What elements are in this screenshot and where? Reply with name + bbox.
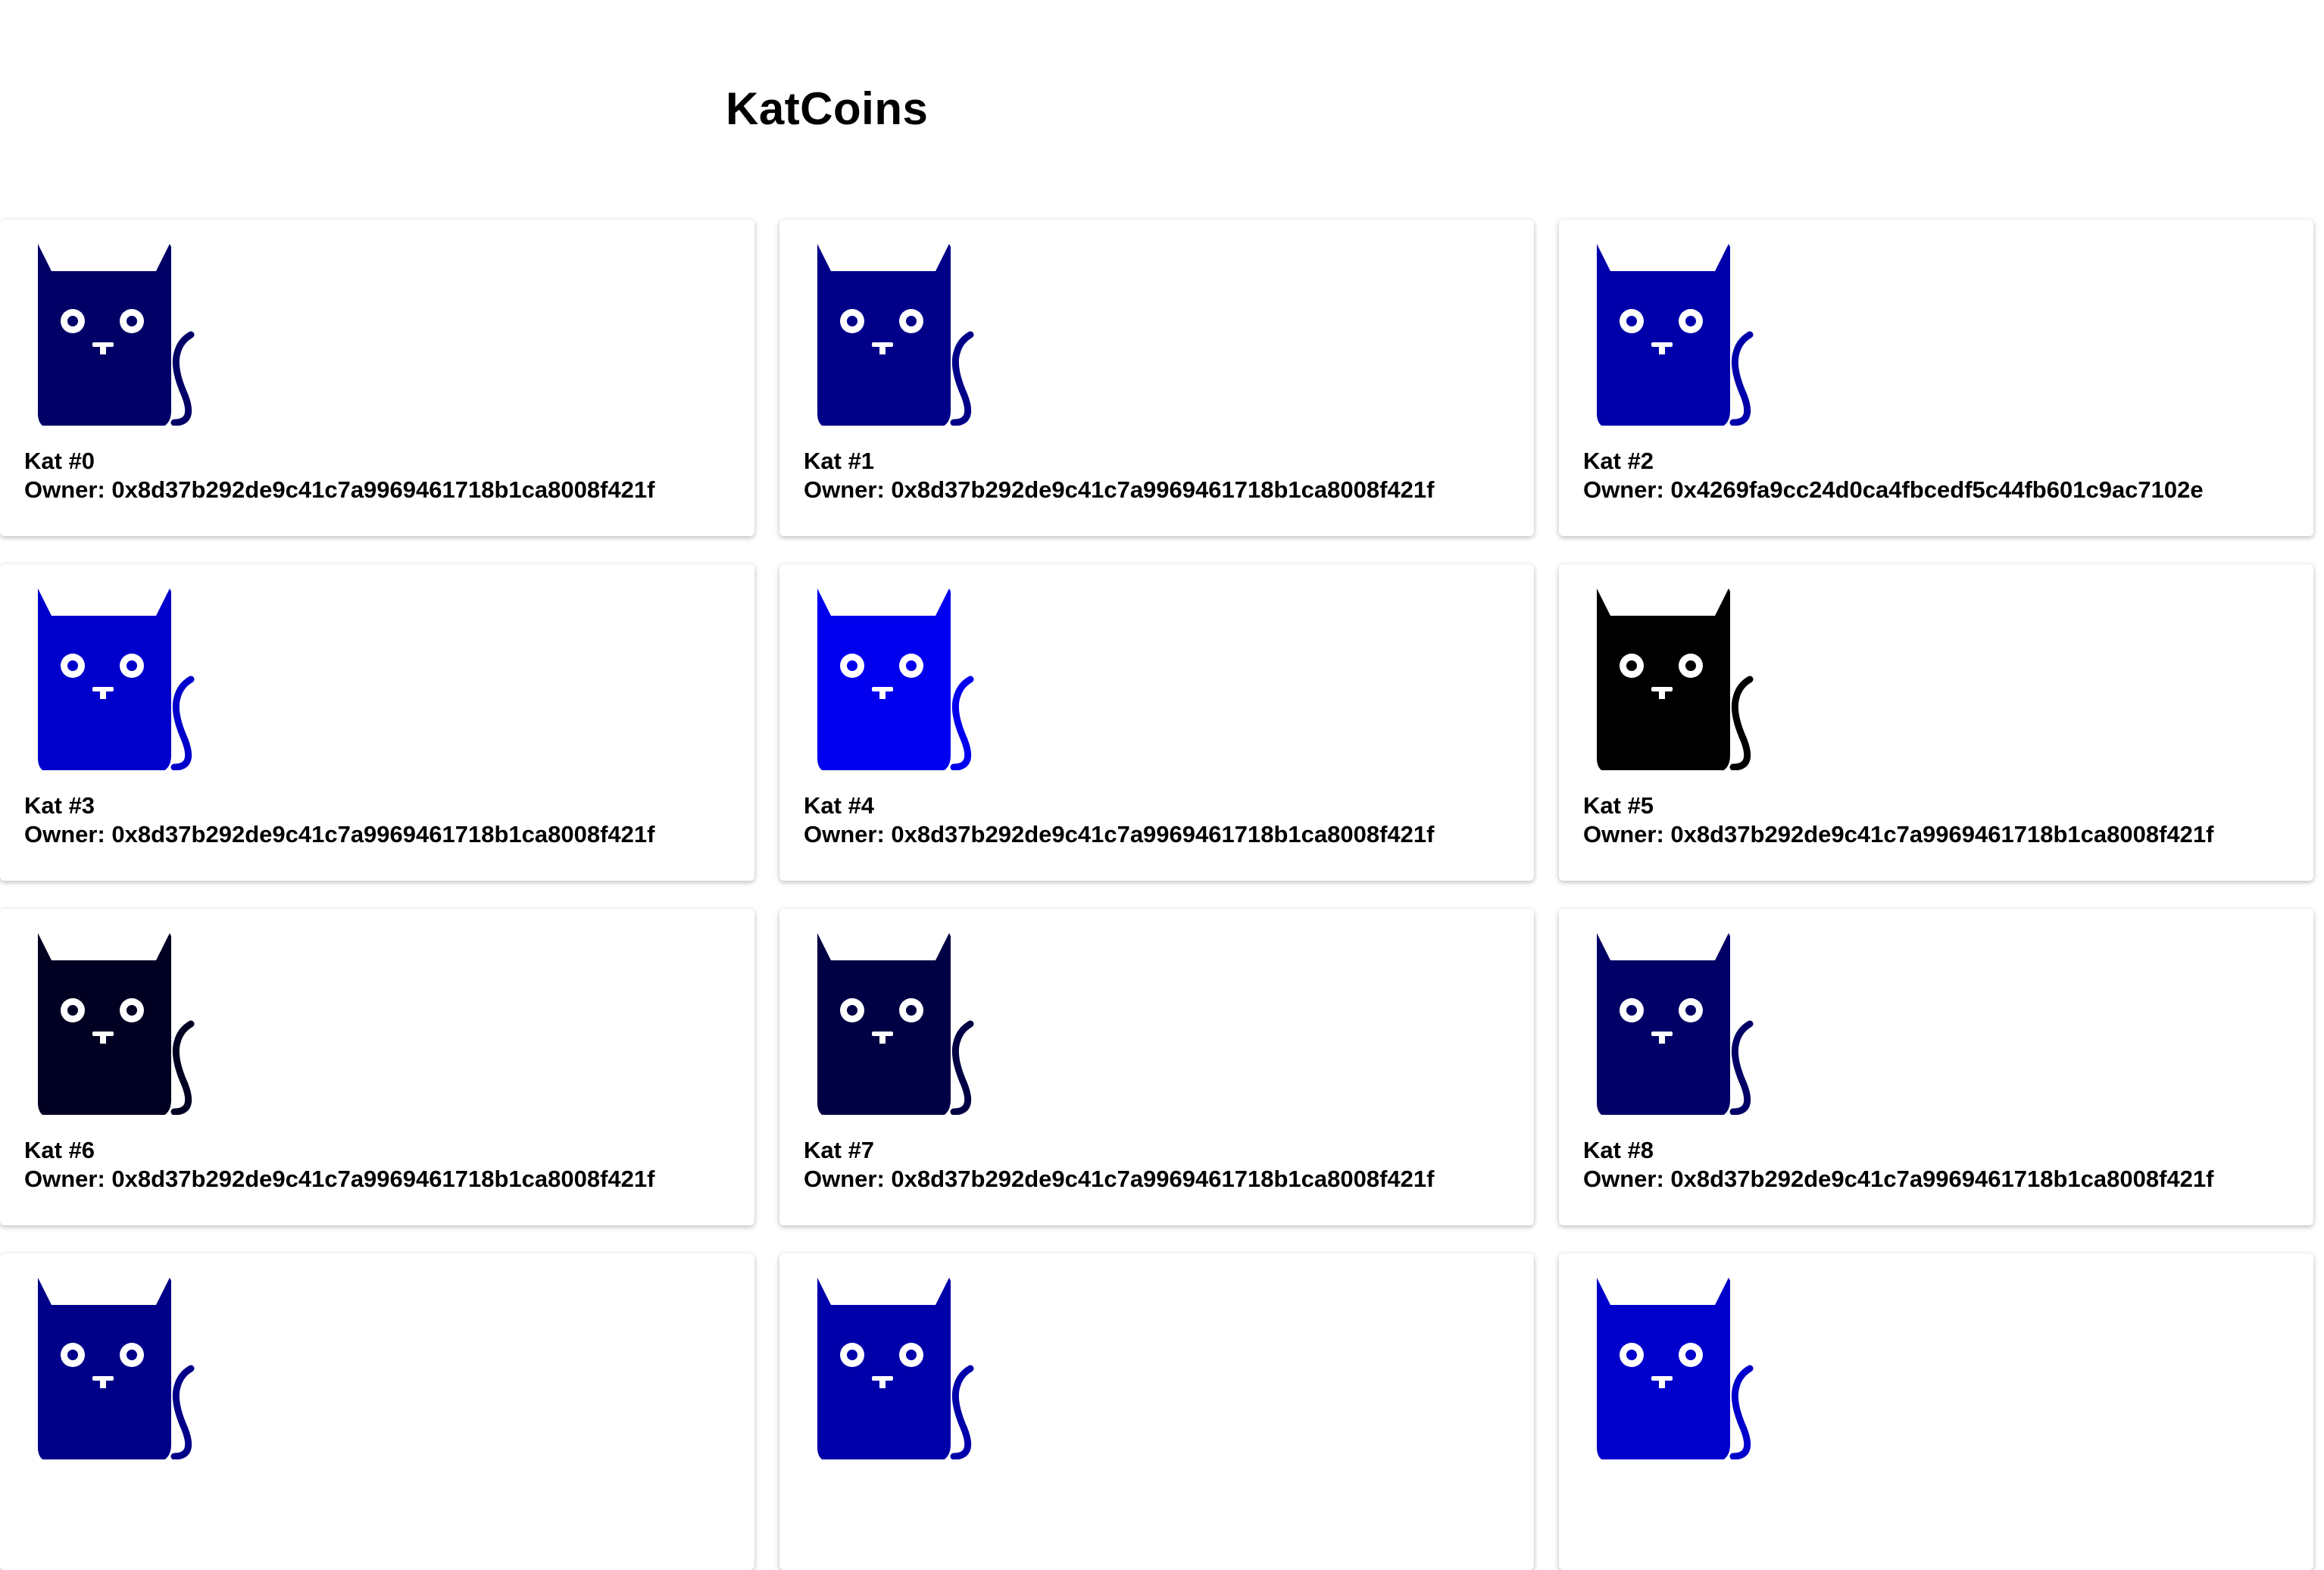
kat-owner: Owner: 0x8d37b292de9c41c7a9969461718b1ca… [1583,821,2214,847]
cat-svg [817,1278,974,1459]
cat-svg [1597,1278,1754,1459]
cat-icon [814,1278,975,1459]
cat-svg [38,1278,195,1459]
kat-card[interactable]: Kat #0 Owner: 0x8d37b292de9c41c7a9969461… [0,220,754,536]
kat-card[interactable]: Kat #6 Owner: 0x8d37b292de9c41c7a9969461… [0,909,754,1225]
kat-name: Kat #7 [804,1137,875,1163]
cat-svg [817,588,974,770]
kat-card[interactable] [0,1253,754,1570]
kat-name: Kat #6 [24,1137,95,1163]
cat-svg [38,588,195,770]
cat-icon [35,588,195,770]
kat-name: Kat #0 [24,448,95,474]
kat-grid: Kat #0 Owner: 0x8d37b292de9c41c7a9969461… [0,0,2324,1570]
cat-svg [817,933,974,1115]
kat-name: Kat #4 [804,792,875,819]
kat-card[interactable]: Kat #2 Owner: 0x4269fa9cc24d0ca4fbcedf5c… [1559,220,2313,536]
cat-icon [35,1278,195,1459]
kat-name: Kat #3 [24,792,95,819]
kat-owner: Owner: 0x8d37b292de9c41c7a9969461718b1ca… [24,1166,655,1192]
kat-card[interactable]: Kat #4 Owner: 0x8d37b292de9c41c7a9969461… [779,564,1534,881]
kat-card[interactable]: Kat #3 Owner: 0x8d37b292de9c41c7a9969461… [0,564,754,881]
kat-name: Kat #5 [1583,792,1654,819]
kat-name: Kat #2 [1583,448,1654,474]
kat-owner: Owner: 0x8d37b292de9c41c7a9969461718b1ca… [24,476,655,503]
cat-svg [1597,588,1754,770]
cat-icon [814,244,975,426]
cat-icon [1594,244,1754,426]
kat-card[interactable]: Kat #8 Owner: 0x8d37b292de9c41c7a9969461… [1559,909,2313,1225]
cat-icon [814,588,975,770]
kat-card[interactable]: Kat #1 Owner: 0x8d37b292de9c41c7a9969461… [779,220,1534,536]
kat-card[interactable] [1559,1253,2313,1570]
kat-owner: Owner: 0x8d37b292de9c41c7a9969461718b1ca… [804,1166,1435,1192]
cat-svg [1597,933,1754,1115]
kat-owner: Owner: 0x4269fa9cc24d0ca4fbcedf5c44fb601… [1583,476,2204,503]
cat-icon [1594,1278,1754,1459]
kat-name: Kat #1 [804,448,875,474]
cat-svg [38,244,195,426]
kat-owner: Owner: 0x8d37b292de9c41c7a9969461718b1ca… [1583,1166,2214,1192]
kat-card[interactable]: Kat #7 Owner: 0x8d37b292de9c41c7a9969461… [779,909,1534,1225]
cat-svg [1597,244,1754,426]
cat-icon [35,933,195,1115]
cat-icon [814,933,975,1115]
kat-owner: Owner: 0x8d37b292de9c41c7a9969461718b1ca… [804,821,1435,847]
cat-icon [35,244,195,426]
cat-svg [817,244,974,426]
kat-card[interactable] [779,1253,1534,1570]
kat-name: Kat #8 [1583,1137,1654,1163]
cat-icon [1594,933,1754,1115]
cat-icon [1594,588,1754,770]
kat-owner: Owner: 0x8d37b292de9c41c7a9969461718b1ca… [24,821,655,847]
kat-owner: Owner: 0x8d37b292de9c41c7a9969461718b1ca… [804,476,1435,503]
kat-card[interactable]: Kat #5 Owner: 0x8d37b292de9c41c7a9969461… [1559,564,2313,881]
cat-svg [38,933,195,1115]
